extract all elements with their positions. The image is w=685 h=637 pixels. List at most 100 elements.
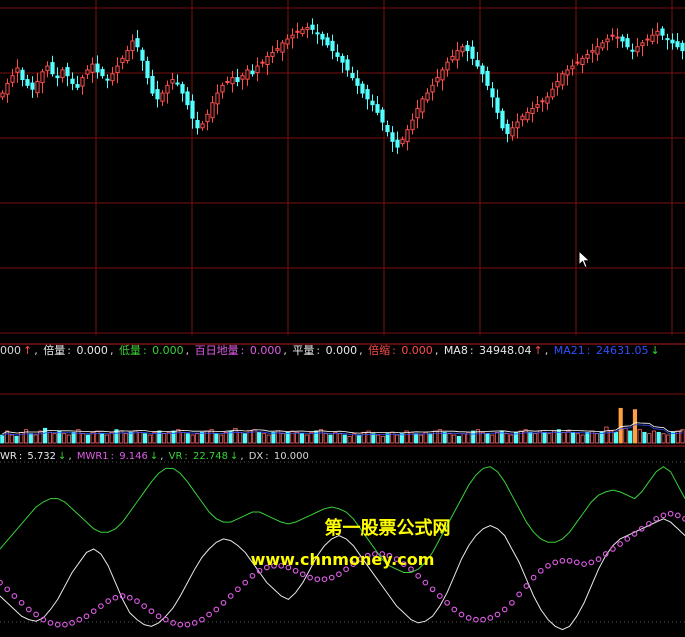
mwr1-point bbox=[162, 616, 169, 623]
mwr1-point bbox=[199, 616, 205, 623]
volume-bar bbox=[418, 434, 423, 444]
volume-bar bbox=[290, 430, 295, 444]
candle-body bbox=[20, 69, 25, 81]
candle-body bbox=[70, 78, 75, 84]
candle-body bbox=[155, 89, 160, 100]
ma21-label: MA21 bbox=[553, 344, 585, 357]
volume-bar bbox=[52, 433, 57, 444]
mwr1-value: 9.146 bbox=[119, 451, 148, 462]
ma8-label: MA8 bbox=[443, 344, 468, 357]
mwr1-point bbox=[54, 621, 61, 628]
vr-arrow: ↓ bbox=[229, 451, 239, 462]
volume-bar bbox=[490, 434, 495, 444]
candle-body bbox=[595, 46, 600, 55]
ma8-value: 34948.04 bbox=[479, 344, 532, 357]
candle-body bbox=[650, 34, 655, 42]
bai-value: 0.000 bbox=[249, 344, 282, 357]
mwr1-point bbox=[523, 583, 530, 589]
candle-body bbox=[440, 69, 445, 81]
candle-body bbox=[330, 40, 335, 52]
volume-bar bbox=[4, 430, 10, 444]
volume-bar bbox=[185, 433, 190, 444]
candle-body bbox=[590, 50, 595, 53]
mwr1-point bbox=[98, 603, 104, 609]
volume-bar bbox=[176, 429, 181, 444]
candle-body bbox=[285, 38, 290, 45]
candle-body bbox=[340, 55, 345, 63]
candle-body bbox=[95, 63, 100, 73]
candle-body bbox=[480, 65, 485, 75]
volume-bar bbox=[637, 429, 642, 444]
candle-body bbox=[395, 139, 400, 148]
prefix-value: 000 bbox=[0, 344, 21, 357]
candle-body bbox=[580, 57, 585, 65]
mwr1-point bbox=[321, 576, 328, 583]
mwr1-point bbox=[170, 620, 176, 626]
mwr1-point bbox=[530, 574, 537, 581]
candle-body bbox=[10, 75, 15, 83]
volume-bar bbox=[9, 434, 14, 444]
volume-bar bbox=[219, 434, 224, 444]
mwr1-point bbox=[62, 621, 68, 628]
volume-bar bbox=[190, 434, 195, 444]
volume-bar bbox=[76, 429, 81, 444]
mwr1-point bbox=[90, 608, 97, 615]
volume-bar bbox=[361, 431, 366, 444]
suo-label: 倍缩 bbox=[368, 344, 391, 357]
candle-body bbox=[640, 42, 645, 47]
volume-bar bbox=[204, 430, 209, 444]
mwr1-point bbox=[249, 573, 256, 579]
volume-bar bbox=[651, 430, 657, 444]
volume-bar bbox=[323, 433, 328, 444]
volume-bar bbox=[271, 431, 276, 444]
volume-bar bbox=[223, 431, 228, 444]
candle-body bbox=[225, 80, 230, 83]
volume-bar bbox=[171, 430, 176, 444]
volume-bar bbox=[266, 434, 271, 444]
candle-body bbox=[160, 92, 165, 102]
mwr1-point bbox=[292, 567, 299, 574]
volume-bar bbox=[542, 431, 547, 444]
mwr1-point bbox=[191, 620, 198, 626]
candle-body bbox=[130, 40, 135, 52]
candle-body bbox=[355, 78, 360, 86]
candle-body bbox=[40, 71, 45, 84]
candle-body bbox=[485, 70, 490, 86]
volume-bar bbox=[571, 431, 576, 444]
candle-body bbox=[235, 77, 240, 82]
candle-body bbox=[50, 62, 55, 75]
volume-bar bbox=[100, 433, 105, 444]
candle-body bbox=[630, 49, 635, 52]
volume-bar bbox=[547, 433, 552, 444]
mwr1-point bbox=[47, 620, 54, 626]
candle-body bbox=[215, 92, 220, 105]
volume-bar bbox=[504, 433, 509, 444]
mwr1-point bbox=[25, 606, 32, 613]
candle-body bbox=[575, 61, 580, 64]
candle-body bbox=[380, 109, 385, 123]
volume-bar bbox=[157, 430, 162, 444]
candle-body bbox=[30, 82, 35, 90]
candle-body bbox=[360, 83, 365, 94]
volume-bar bbox=[261, 433, 266, 444]
candle-body bbox=[530, 108, 535, 115]
mwr1-point bbox=[242, 579, 249, 586]
volume-bar bbox=[442, 431, 447, 444]
candle-body bbox=[655, 30, 660, 36]
candle-body bbox=[170, 79, 175, 84]
candle-body bbox=[585, 53, 590, 59]
candle-body bbox=[555, 80, 560, 88]
volume-bar bbox=[575, 433, 580, 444]
volume-bar bbox=[14, 435, 19, 444]
mwr1-point bbox=[33, 611, 39, 618]
volume-bar bbox=[238, 431, 243, 444]
candle-body bbox=[610, 34, 615, 37]
volume-bar bbox=[414, 433, 419, 444]
candle-body bbox=[520, 115, 525, 121]
ma21-arrow: ↓ bbox=[650, 344, 660, 357]
candle-body bbox=[255, 65, 260, 74]
mwr1-point bbox=[0, 579, 3, 586]
volume-bar bbox=[62, 433, 67, 444]
mwr1-point bbox=[184, 621, 191, 628]
candle-body bbox=[560, 73, 565, 86]
